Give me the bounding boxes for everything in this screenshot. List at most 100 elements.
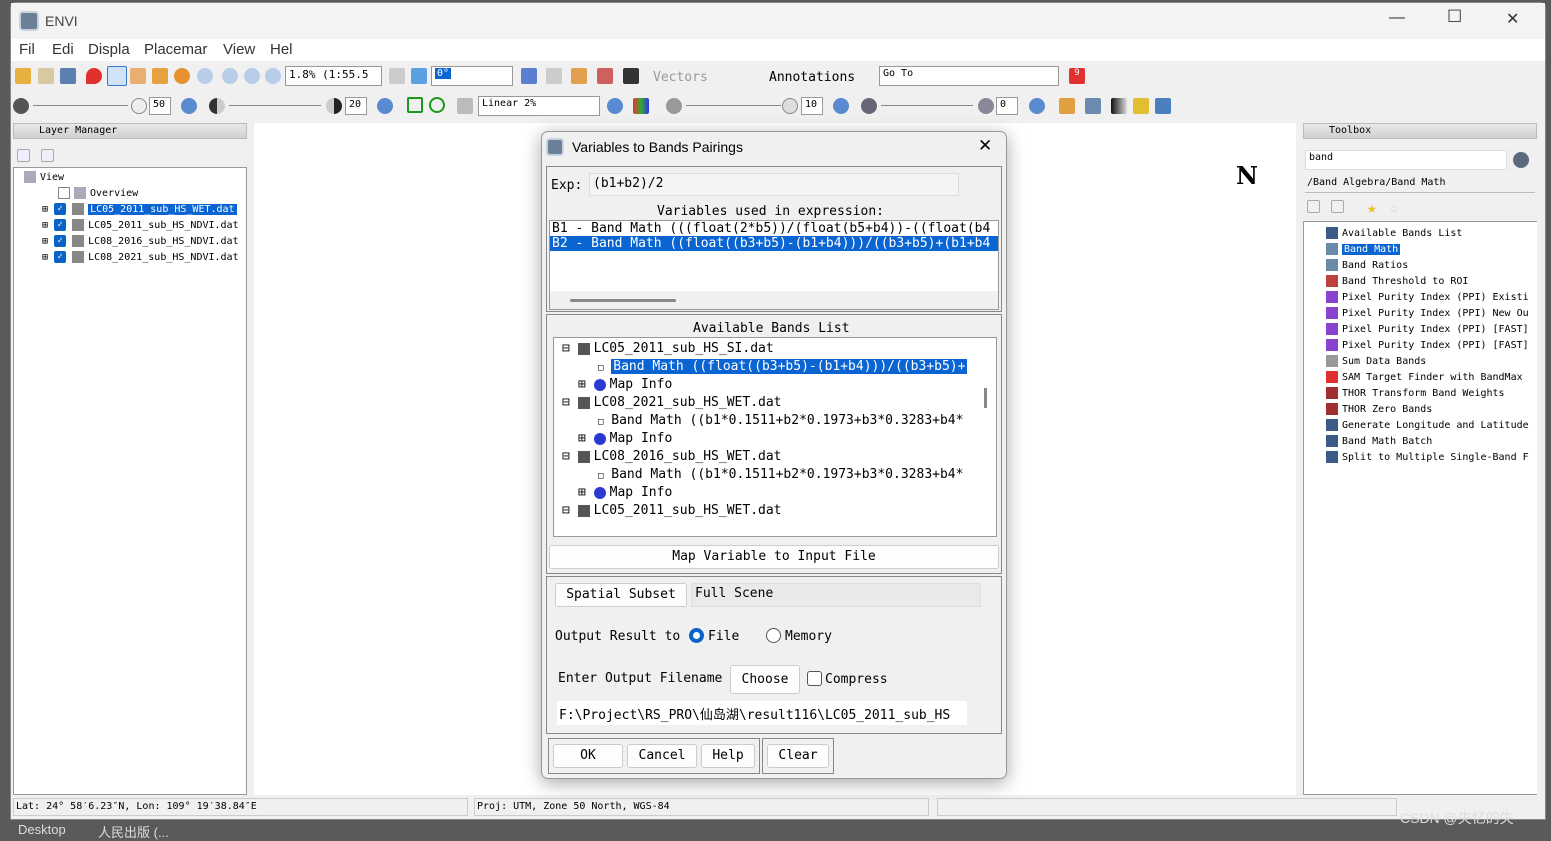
ok-button[interactable]: OK — [553, 744, 623, 768]
toolbox-item[interactable]: Pixel Purity Index (PPI) New Ou — [1326, 306, 1529, 321]
rotate-north-icon[interactable] — [389, 68, 405, 84]
toolbox-item[interactable]: Sum Data Bands — [1326, 354, 1426, 369]
move-up-icon[interactable] — [17, 149, 30, 162]
move-down-icon[interactable] — [41, 149, 54, 162]
file-radio[interactable] — [689, 628, 704, 643]
expression-field[interactable]: (b1+b2)/2 — [589, 173, 959, 196]
spatial-subset-button[interactable]: Spatial Subset — [555, 583, 687, 607]
band-file-node[interactable]: ⊟ LC05_2011_sub_HS_WET.dat — [562, 502, 782, 520]
layer-item[interactable]: ⊞ ✓ LC08_2016_sub_HS_NDVI.dat — [42, 234, 239, 249]
layer-checkbox[interactable]: ✓ — [54, 235, 67, 247]
blend-icon[interactable] — [1111, 98, 1127, 114]
toolbox-item[interactable]: Band Ratios — [1326, 258, 1408, 273]
toolbox-item[interactable]: Band Math — [1326, 242, 1401, 257]
compress-checkbox[interactable] — [807, 671, 822, 686]
memory-radio-label[interactable]: Memory — [785, 629, 832, 644]
layer-checkbox[interactable]: ✓ — [54, 251, 67, 263]
rotate-icon[interactable] — [174, 68, 190, 84]
band-node[interactable]: □ Band Math ((float((b3+b5)-(b1+b4)))/((… — [598, 358, 968, 376]
flicker-icon[interactable] — [1133, 98, 1149, 114]
swipe-icon[interactable] — [1155, 98, 1171, 114]
layer-item[interactable]: ⊞ ✓ LC05_2011_sub_HS_WET.dat — [42, 202, 237, 217]
minimize-button[interactable]: — — [1389, 9, 1405, 27]
taskbar-item[interactable]: Desktop — [18, 822, 66, 837]
overview-checkbox[interactable] — [58, 187, 70, 199]
sharpen-slider[interactable] — [686, 105, 781, 106]
transparency-value[interactable]: 0 — [996, 97, 1018, 115]
open-icon[interactable] — [15, 68, 31, 84]
menu-placemark[interactable]: Placemar — [144, 41, 207, 58]
maximize-button[interactable]: ☐ — [1447, 7, 1462, 27]
close-button[interactable]: ✕ — [1506, 9, 1519, 29]
zoom-in-icon[interactable] — [222, 68, 238, 84]
zoom-icon[interactable] — [197, 68, 213, 84]
stretch-view-icon[interactable] — [407, 97, 423, 113]
vertex-icon[interactable] — [546, 68, 562, 84]
crop-icon[interactable] — [60, 68, 76, 84]
layer-root-view[interactable]: View — [24, 170, 64, 185]
band-node[interactable]: □ Band Math ((b1*0.1511+b2*0.1973+b3*0.3… — [598, 466, 963, 484]
compress-label[interactable]: Compress — [825, 672, 888, 687]
brightness-value[interactable]: 50 — [149, 97, 171, 115]
measure-icon[interactable] — [571, 68, 587, 84]
clear-button[interactable]: Clear — [767, 744, 829, 768]
ruler-icon[interactable] — [1059, 98, 1075, 114]
taskbar-item[interactable]: 人民出版 (... — [98, 822, 169, 841]
reset-brightness-icon[interactable] — [181, 98, 197, 114]
zoom-select[interactable]: 1.8% (1:55.5 — [285, 66, 382, 86]
menu-display[interactable]: Displa — [88, 41, 130, 58]
dialog-close-button[interactable]: ✕ — [978, 136, 992, 156]
add-favorite-icon[interactable]: ★ — [1367, 198, 1377, 217]
help-button[interactable]: Help — [701, 744, 755, 768]
image-icon[interactable] — [1085, 98, 1101, 114]
contrast-value[interactable]: 20 — [345, 97, 367, 115]
north-up-icon[interactable] — [411, 68, 427, 84]
vertical-scrollbar-thumb[interactable] — [984, 388, 987, 408]
toolbox-item[interactable]: Pixel Purity Index (PPI) [FAST] — [1326, 322, 1529, 337]
output-filename-input[interactable]: F:\Project\RS_PRO\仙岛湖\result116\LC05_201… — [557, 701, 967, 725]
histogram-icon[interactable] — [633, 98, 649, 114]
reset-contrast-icon[interactable] — [377, 98, 393, 114]
file-radio-label[interactable]: File — [708, 629, 739, 644]
roi-icon[interactable] — [597, 68, 613, 84]
data-manager-icon[interactable] — [38, 68, 54, 84]
sharpen-value[interactable]: 10 — [801, 97, 823, 115]
layer-item[interactable]: ⊞ ✓ LC05_2011_sub_HS_NDVI.dat — [42, 218, 239, 233]
vector-icon[interactable] — [521, 68, 537, 84]
toolbox-item[interactable]: Band Threshold to ROI — [1326, 274, 1468, 289]
vectors-menu[interactable]: Vectors — [653, 70, 708, 85]
refresh-icon[interactable] — [1513, 152, 1529, 168]
layer-checkbox[interactable]: ✓ — [54, 203, 67, 215]
band-node[interactable]: □ Band Math ((b1*0.1511+b2*0.1973+b3*0.3… — [598, 412, 963, 430]
menu-help[interactable]: Hel — [270, 41, 293, 58]
brightness-slider[interactable] — [33, 105, 128, 106]
toolbox-item[interactable]: THOR Transform Band Weights — [1326, 386, 1505, 401]
zoom-full-icon[interactable] — [265, 68, 281, 84]
horizontal-scrollbar[interactable] — [550, 291, 998, 309]
annotations-menu[interactable]: Annotations — [769, 70, 855, 85]
move-up-icon[interactable] — [1307, 200, 1320, 213]
map-info-node[interactable]: ⊞ Map Info — [578, 484, 672, 502]
variable-row[interactable]: B1 - Band Math (((float(2*b5))/(float(b5… — [550, 221, 998, 236]
menu-view[interactable]: View — [223, 41, 255, 58]
rotation-select[interactable]: 0° — [431, 66, 513, 86]
toolbox-item[interactable]: Generate Longitude and Latitude — [1326, 418, 1529, 433]
goto-select[interactable]: Go To — [879, 66, 1059, 86]
band-file-node[interactable]: ⊟ LC08_2016_sub_HS_WET.dat — [562, 448, 782, 466]
pixel-value-icon[interactable] — [623, 68, 639, 84]
toolbox-item[interactable]: Split to Multiple Single-Band F — [1326, 450, 1529, 465]
move-down-icon[interactable] — [1331, 200, 1344, 213]
menu-file[interactable]: Fil — [19, 41, 35, 58]
toolbox-item[interactable]: Band Math Batch — [1326, 434, 1432, 449]
transparency-slider[interactable] — [881, 105, 973, 106]
map-variable-button[interactable]: Map Variable to Input File — [549, 545, 999, 569]
dynamic-stretch-icon[interactable] — [457, 98, 473, 114]
remove-favorite-icon[interactable]: ☆ — [1389, 198, 1399, 217]
zoom-out-icon[interactable] — [244, 68, 260, 84]
fly-icon[interactable] — [152, 68, 168, 84]
toolbox-item[interactable]: Pixel Purity Index (PPI) Existi — [1326, 290, 1529, 305]
pan-hand-icon[interactable] — [130, 68, 146, 84]
toolbox-search-input[interactable]: band — [1305, 150, 1507, 170]
memory-radio[interactable] — [766, 628, 781, 643]
toolbox-item[interactable]: SAM Target Finder with BandMax — [1326, 370, 1523, 385]
